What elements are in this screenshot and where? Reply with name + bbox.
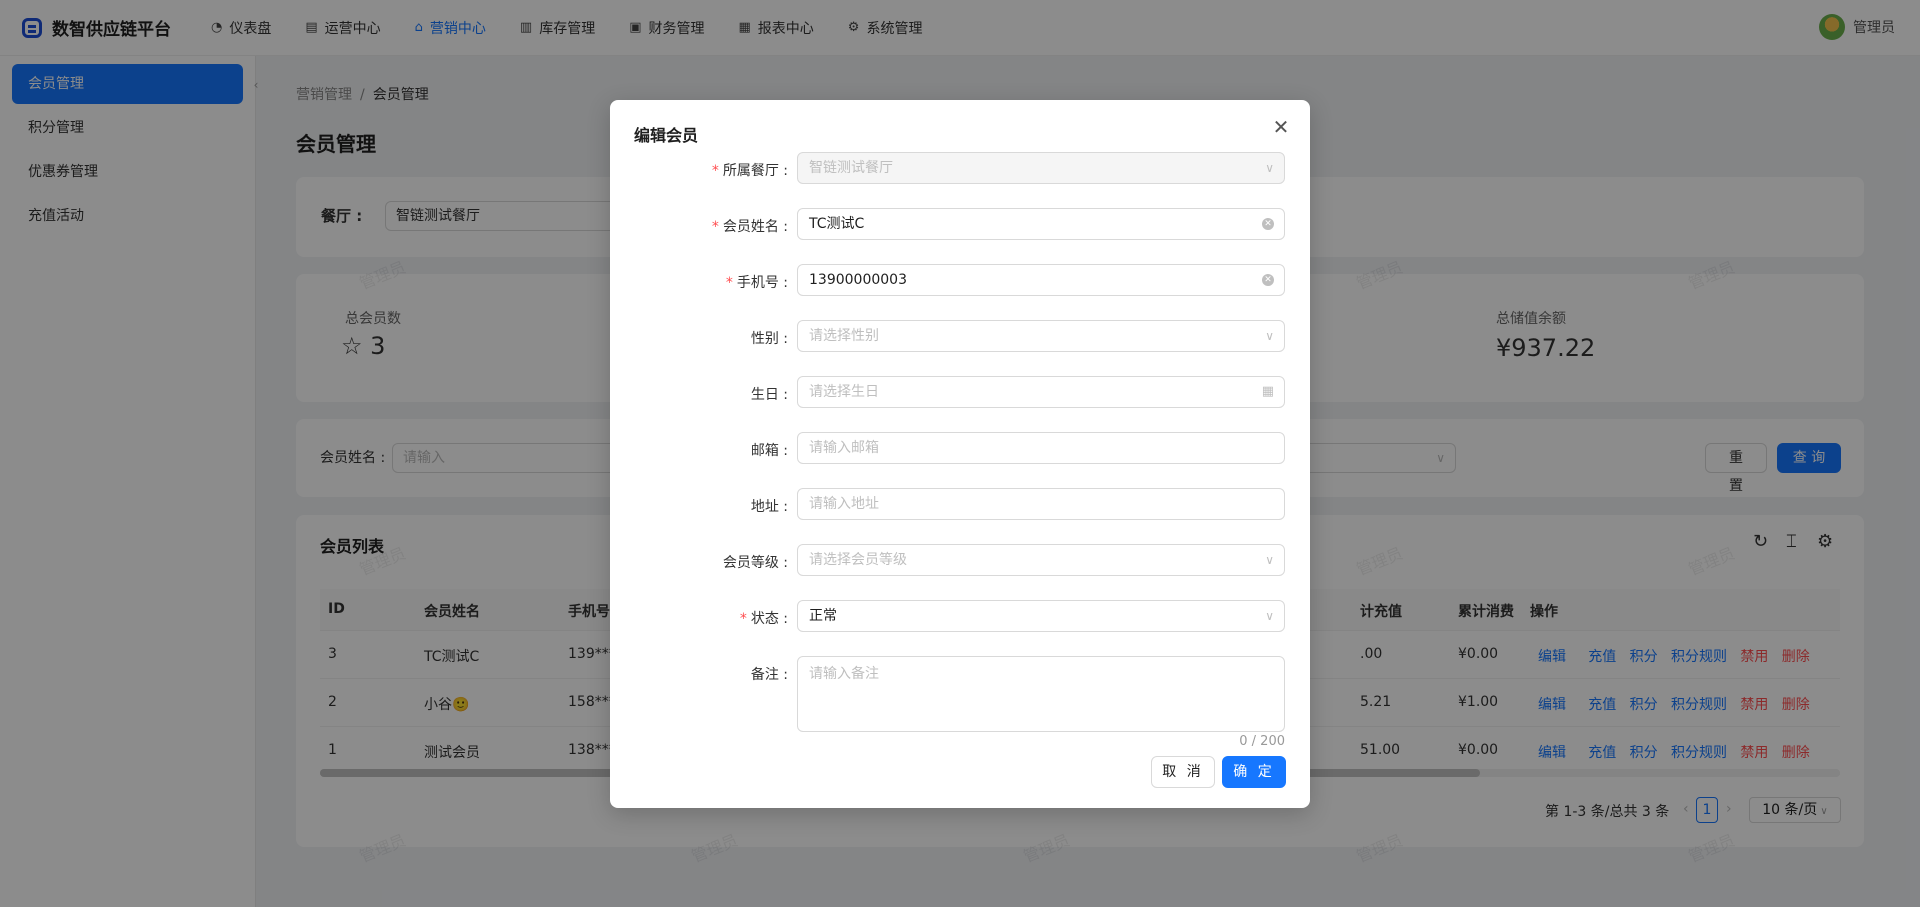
cancel-button[interactable]: 取 消 — [1151, 756, 1215, 788]
gender-select[interactable]: 请选择性别 ∨ — [797, 320, 1285, 352]
remark-char-counter: 0 / 200 — [1239, 734, 1285, 749]
member-name-input[interactable]: TC测试C ✕ — [797, 208, 1285, 240]
gender-placeholder: 请选择性别 — [809, 328, 879, 344]
clear-icon[interactable]: ✕ — [1262, 218, 1274, 230]
birthday-field-label: 生日 : — [750, 387, 788, 403]
label-text: 会员姓名 : — [722, 219, 788, 235]
status-value: 正常 — [809, 608, 837, 624]
close-icon[interactable]: ✕ — [1270, 116, 1292, 138]
birthday-date-picker[interactable]: 请选择生日 ▦ — [797, 376, 1285, 408]
calendar-icon: ▦ — [1261, 384, 1274, 399]
address-input[interactable]: 请输入地址 — [797, 488, 1285, 520]
label-text: 所属餐厅 : — [722, 163, 788, 179]
phone-input[interactable]: 13900000003 ✕ — [797, 264, 1285, 296]
phone-field-label: * 手机号 : — [610, 272, 788, 292]
remark-field-label: 备注 : — [750, 667, 788, 683]
required-mark: * — [739, 611, 747, 627]
name-field-label: * 会员姓名 : — [610, 216, 788, 236]
status-select[interactable]: 正常 ∨ — [797, 600, 1285, 632]
label-text: 状态 : — [750, 611, 788, 627]
status-field-label: * 状态 : — [610, 608, 788, 628]
modal-title: 编辑会员 — [634, 126, 699, 145]
member-level-select[interactable]: 请选择会员等级 ∨ — [797, 544, 1285, 576]
confirm-button[interactable]: 确 定 — [1222, 756, 1286, 788]
chevron-down-icon: ∨ — [1265, 161, 1274, 175]
address-field-label: 地址 : — [750, 499, 788, 515]
level-placeholder: 请选择会员等级 — [809, 552, 907, 568]
restaurant-field-label: * 所属餐厅 : — [610, 160, 788, 180]
clear-icon[interactable]: ✕ — [1262, 274, 1274, 286]
email-input[interactable]: 请输入邮箱 — [797, 432, 1285, 464]
birthday-placeholder: 请选择生日 — [809, 384, 879, 400]
required-mark: * — [725, 275, 733, 291]
phone-value: 13900000003 — [809, 272, 907, 288]
required-mark: * — [711, 219, 719, 235]
chevron-down-icon: ∨ — [1265, 553, 1274, 567]
level-field-label: 会员等级 : — [722, 555, 788, 571]
restaurant-select: 智链测试餐厅 ∨ — [797, 152, 1285, 184]
restaurant-select-value: 智链测试餐厅 — [809, 160, 893, 176]
gender-field-label: 性别 : — [750, 331, 788, 347]
chevron-down-icon: ∨ — [1265, 609, 1274, 623]
required-mark: * — [711, 163, 719, 179]
chevron-down-icon: ∨ — [1265, 329, 1274, 343]
email-field-label: 邮箱 : — [750, 443, 788, 459]
label-text: 手机号 : — [736, 275, 788, 291]
edit-member-modal: 编辑会员 ✕ * 所属餐厅 : 智链测试餐厅 ∨ * 会员姓名 : TC测试C ✕ * 手… — [610, 100, 1310, 808]
remark-textarea[interactable]: 请输入备注 — [797, 656, 1285, 732]
member-name-value: TC测试C — [809, 216, 865, 232]
